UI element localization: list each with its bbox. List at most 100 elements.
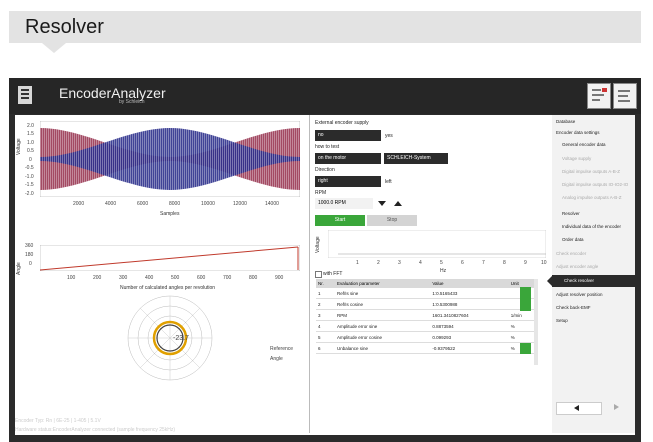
table-row[interactable]: 6 Unbalance sine -0.9379522%: [316, 342, 538, 354]
signal-ytick: 0: [29, 157, 32, 163]
angle-xtick: 900: [275, 275, 284, 281]
fft-xtick: 1: [356, 260, 359, 266]
app-titlebar: EncoderAnalyzer by Schleich: [9, 78, 641, 114]
fft-checkbox-label: with FFT: [323, 271, 343, 277]
direction-option[interactable]: left: [385, 179, 392, 185]
angle-xtick: 300: [119, 275, 128, 281]
legend-angle: Angle: [270, 356, 283, 362]
nav-item-digital-abz: Digital impulse outputs A-B-Z: [562, 169, 621, 174]
nav-item-individual-data[interactable]: Individual data of the encoder: [562, 224, 621, 229]
table-header[interactable]: Nr.: [316, 279, 335, 288]
fft-xtick: 3: [398, 260, 401, 266]
fft-xtick: 10: [541, 260, 547, 266]
angle-ytick: 360: [25, 243, 34, 249]
angle-xtick: 700: [223, 275, 232, 281]
angle-ytick: 0: [29, 261, 32, 267]
test-system[interactable]: SCHLEICH-System: [384, 153, 448, 164]
angle-xtick: 400: [145, 275, 154, 281]
signal-ytick: 2.0: [27, 123, 34, 129]
signal-ytick: -0.5: [25, 165, 34, 171]
nav-item-setup[interactable]: Setup: [556, 318, 568, 323]
status-encoder-type: Encoder Typ: Rn | 6E-25 | 1-405 | 5.1V: [15, 418, 101, 424]
signal-xtick: 12000: [233, 201, 247, 207]
table-row[interactable]: 2 Ref/Is cosine 1:0.5300988: [316, 298, 538, 310]
polar-value: -23.7: [173, 335, 189, 342]
next-arrow-icon: [614, 404, 619, 410]
rpm-input[interactable]: 1000.0 RPM: [315, 198, 373, 209]
fft-chart: [328, 230, 546, 258]
app-subtitle: by Schleich: [119, 99, 145, 105]
legend-reference: Reference: [270, 346, 294, 352]
angle-xtick: 600: [197, 275, 206, 281]
eval-table-wrap: Nr. Evaluation parameter Value Unit 1 Ref…: [316, 279, 538, 354]
test-select[interactable]: on the motor: [315, 153, 381, 164]
angle-xtick: 100: [67, 275, 76, 281]
start-button[interactable]: Start: [315, 215, 365, 226]
table-scrollbar[interactable]: [534, 279, 538, 365]
next-button[interactable]: [604, 402, 631, 413]
fft-xtick: 2: [377, 260, 380, 266]
supply-select[interactable]: no: [315, 130, 381, 141]
app-window: EncoderAnalyzer by Schleich Voltage 2.0 …: [9, 78, 641, 442]
direction-select[interactable]: right: [315, 176, 381, 187]
app-title: EncoderAnalyzer: [59, 85, 166, 101]
nav-item-analog-abz: Analog impulse outputs A-B-Z: [562, 195, 622, 200]
signal-xtick: 4000: [105, 201, 117, 207]
status-ok-indicator: [520, 287, 531, 311]
fft-xtick: 6: [461, 260, 464, 266]
report-icon[interactable]: [587, 83, 611, 109]
signal-xtick: 8000: [169, 201, 181, 207]
heading-pointer: [42, 43, 66, 53]
signal-chart: [40, 121, 300, 197]
nav-item-general-encoder-data[interactable]: General encoder data: [562, 142, 606, 147]
nav-item-encoder-data-settings[interactable]: Encoder data settings: [556, 130, 600, 135]
signal-ytick: -2.0: [25, 191, 34, 197]
eval-table: Nr. Evaluation parameter Value Unit 1 Ref…: [316, 279, 538, 354]
charts-panel: Voltage 2.0 1.5 1.0 0.5 0 -0.5 -1.0 -1.5…: [15, 115, 310, 433]
nav-item-order-data[interactable]: Order data: [562, 237, 584, 242]
nav-item-database[interactable]: Database: [556, 119, 575, 124]
polar-plot: [127, 295, 213, 381]
signal-ytick: -1.0: [25, 174, 34, 180]
test-settings-panel: External encoder supply no yes how to te…: [312, 115, 550, 433]
nav-item-adjust-resolver-position[interactable]: Adjust resolver position: [556, 292, 603, 297]
nav-item-check-back-emf[interactable]: Check back-EMF: [556, 305, 591, 310]
nav-item-resolver[interactable]: Resolver: [562, 211, 580, 216]
test-label: how to test: [315, 144, 340, 150]
table-row[interactable]: 5 Amplitude error cosine 0.099293%: [316, 331, 538, 343]
rpm-label: RPM: [315, 190, 327, 196]
rpm-down-icon[interactable]: [378, 201, 386, 206]
nav-item-check-resolver[interactable]: Check resolver: [564, 278, 594, 283]
status-ok-indicator: [520, 343, 531, 354]
table-header[interactable]: Evaluation parameter: [334, 279, 431, 288]
prev-button[interactable]: [556, 402, 602, 415]
nav-item-voltage-supply: Voltage supply: [562, 156, 592, 161]
fft-ylabel: Voltage: [315, 236, 321, 253]
table-row[interactable]: 1 Ref/Is sine 1:0.5165433: [316, 288, 538, 299]
signal-xtick: 2000: [73, 201, 85, 207]
signal-ytick: 0.5: [27, 148, 34, 154]
nav-item-digital-io: Digital impulse outputs IO-IO2-IO: [562, 182, 629, 187]
table-row[interactable]: 4 Amplitude error sine 0.8873594%: [316, 320, 538, 332]
table-row[interactable]: 3 RPM 1601.3410827604 1/min: [316, 309, 538, 321]
angle-ytick: 180: [25, 252, 34, 258]
nav-item-check-encoder: Check encoder: [556, 251, 587, 256]
stop-button[interactable]: Stop: [367, 215, 417, 226]
table-header[interactable]: Value: [430, 279, 509, 288]
angle-xlabel: Number of calculated angles per revoluti…: [120, 285, 216, 291]
signal-xtick: 10000: [201, 201, 215, 207]
angle-xtick: 200: [93, 275, 102, 281]
signal-xtick: 14000: [265, 201, 279, 207]
fft-checkbox[interactable]: [315, 271, 322, 278]
signal-ytick: 1.5: [27, 131, 34, 137]
angle-chart: [40, 245, 300, 271]
supply-option[interactable]: yes: [385, 133, 393, 139]
fft-xtick: 5: [440, 260, 443, 266]
signal-xlabel: Samples: [160, 211, 180, 217]
main-content: Voltage 2.0 1.5 1.0 0.5 0 -0.5 -1.0 -1.5…: [15, 115, 635, 435]
export-icon[interactable]: [613, 83, 637, 109]
angle-xtick: 800: [249, 275, 258, 281]
signal-xtick: 6000: [137, 201, 149, 207]
rpm-up-icon[interactable]: [394, 201, 402, 206]
fft-xtick: 8: [503, 260, 506, 266]
